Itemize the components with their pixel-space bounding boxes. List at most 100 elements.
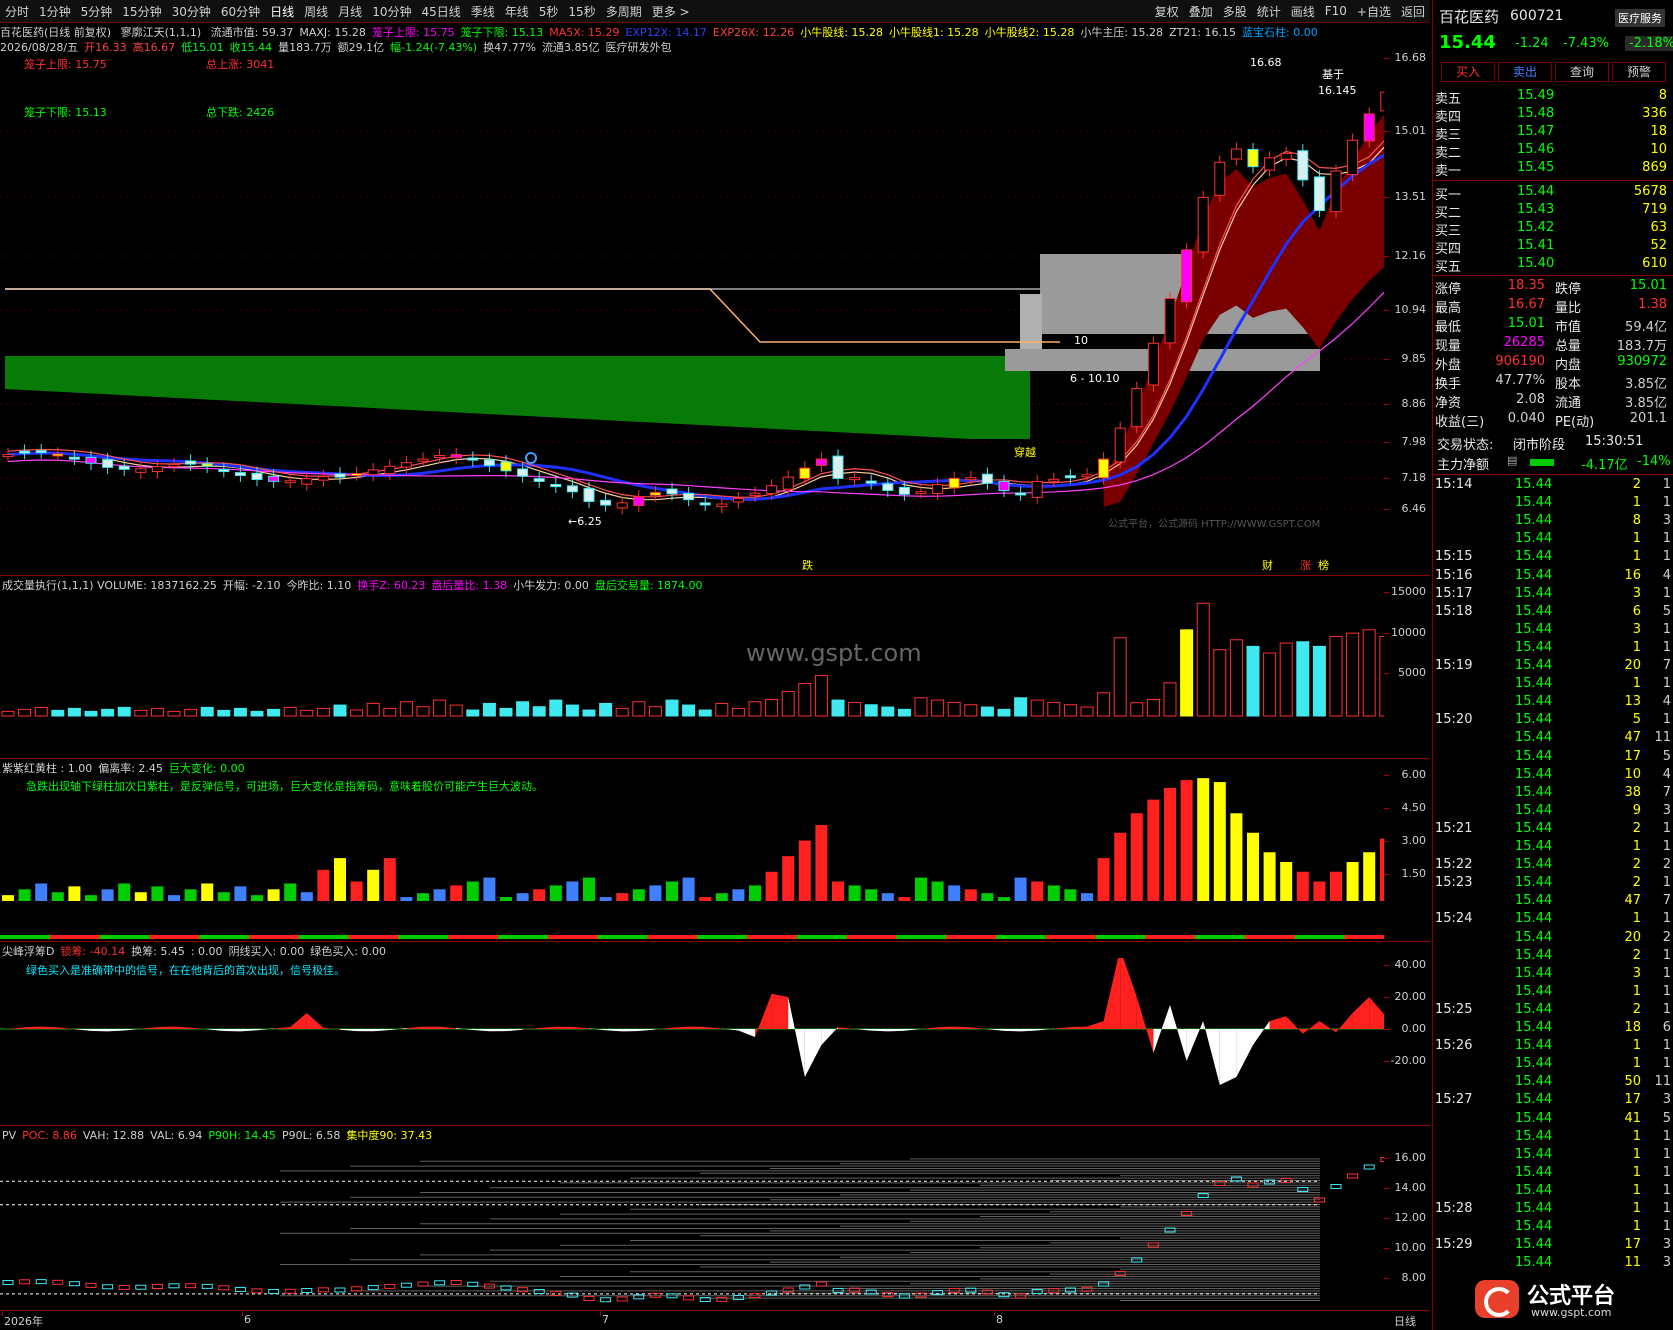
period-tab[interactable]: 15秒 — [563, 3, 600, 20]
candle[interactable] — [301, 471, 313, 491]
candle[interactable] — [351, 466, 363, 481]
order-book-row[interactable]: 卖五 15.49 8 — [1435, 88, 1671, 107]
candle[interactable] — [1015, 486, 1027, 501]
order-book-row[interactable]: 买三 15.42 63 — [1435, 220, 1671, 239]
candle[interactable] — [1181, 243, 1193, 309]
volume-chart[interactable]: X100www.gspt.com — [0, 592, 1384, 757]
peak-chart[interactable] — [0, 958, 1384, 1123]
period-tab[interactable]: 5分钟 — [76, 3, 118, 20]
candle[interactable] — [201, 456, 213, 473]
order-book-row[interactable]: 买一 15.44 5678 — [1435, 184, 1671, 203]
candle[interactable] — [1147, 336, 1159, 392]
toolbar-action[interactable]: 画线 — [1286, 3, 1320, 20]
period-tab[interactable]: 5秒 — [534, 3, 564, 20]
candle[interactable] — [616, 496, 628, 515]
candle[interactable] — [2, 447, 14, 462]
candle[interactable] — [1247, 142, 1259, 174]
period-tab[interactable]: 季线 — [466, 3, 500, 20]
candle[interactable] — [450, 447, 462, 465]
candle[interactable] — [284, 474, 296, 489]
period-tab[interactable]: 年线 — [500, 3, 534, 20]
candle[interactable] — [334, 467, 346, 484]
trade-button[interactable]: 买入 — [1441, 62, 1495, 82]
candle[interactable] — [1313, 170, 1325, 218]
order-book-row[interactable]: 买四 15.41 52 — [1435, 238, 1671, 257]
candle[interactable] — [1297, 144, 1309, 187]
detail-icon[interactable]: ▤ — [1507, 454, 1517, 467]
candle[interactable] — [533, 471, 545, 488]
toolbar-action[interactable]: F10 — [1320, 4, 1352, 18]
toolbar-action[interactable]: 统计 — [1252, 3, 1286, 20]
sector-badge[interactable]: 医疗服务 — [1615, 9, 1665, 27]
candle[interactable] — [1230, 142, 1242, 166]
period-tab[interactable]: 周线 — [299, 3, 333, 20]
tick-count: 1 — [1662, 875, 1671, 891]
toolbar-action[interactable]: 返回 — [1396, 3, 1430, 20]
period-tab[interactable]: 更多 > — [647, 3, 695, 20]
period-tab[interactable]: 30分钟 — [167, 3, 216, 20]
candle[interactable] — [1280, 146, 1292, 166]
kline-chart[interactable]: 笼子上限: 15.75 总上涨: 3041 笼子下限: 15.13 总下跌: 2426… — [0, 54, 1384, 575]
candle[interactable] — [400, 455, 412, 474]
candle[interactable] — [832, 449, 844, 485]
candle[interactable] — [1214, 155, 1226, 202]
period-tab[interactable]: 日线 — [265, 3, 299, 20]
candle[interactable] — [1347, 133, 1359, 182]
candle[interactable] — [1330, 164, 1342, 219]
order-book-row[interactable]: 卖四 15.48 336 — [1435, 106, 1671, 125]
toolbar-action[interactable]: 多股 — [1218, 3, 1252, 20]
candle[interactable] — [550, 478, 562, 494]
period-tab[interactable]: 10分钟 — [367, 3, 416, 20]
candle[interactable] — [384, 459, 396, 481]
trade-button[interactable]: 查询 — [1555, 62, 1609, 82]
candle[interactable] — [19, 444, 31, 460]
period-tab[interactable]: 45日线 — [416, 3, 465, 20]
toolbar-action[interactable]: 叠加 — [1184, 3, 1218, 20]
candle[interactable] — [434, 448, 446, 464]
candle[interactable] — [683, 487, 695, 507]
candle[interactable] — [716, 497, 728, 514]
candle[interactable] — [600, 493, 612, 512]
signal-strip — [1344, 935, 1362, 939]
period-tab[interactable]: 分时 — [0, 3, 34, 20]
period-tab[interactable]: 多周期 — [601, 3, 647, 20]
candle[interactable] — [981, 467, 993, 490]
period-tab[interactable]: 15分钟 — [117, 3, 166, 20]
candle[interactable] — [815, 452, 827, 473]
order-book-row[interactable]: 买二 15.43 719 — [1435, 202, 1671, 221]
candle[interactable] — [467, 451, 479, 467]
trade-button[interactable]: 预警 — [1612, 62, 1666, 82]
purple-bar — [848, 885, 861, 901]
candle[interactable] — [882, 477, 894, 497]
volume-bar — [931, 699, 945, 717]
period-tab[interactable]: 1分钟 — [34, 3, 76, 20]
purple-bar-chart[interactable] — [0, 775, 1384, 940]
axis-tick — [1384, 131, 1389, 132]
candle[interactable] — [732, 492, 744, 509]
candle[interactable] — [799, 461, 811, 486]
order-book-row[interactable]: 卖一 15.45 869 — [1435, 160, 1671, 179]
candle[interactable] — [1197, 190, 1209, 259]
candle[interactable] — [1031, 474, 1043, 504]
period-tab[interactable]: 60分钟 — [216, 3, 265, 20]
candle[interactable] — [865, 474, 877, 490]
candle[interactable] — [35, 443, 47, 459]
candle[interactable] — [1114, 421, 1126, 469]
toolbar-action[interactable]: +自选 — [1352, 3, 1396, 20]
period-tab[interactable]: 月线 — [333, 3, 367, 20]
candle[interactable] — [1264, 151, 1276, 177]
candle[interactable] — [1131, 381, 1143, 434]
order-book-row[interactable]: 卖二 15.46 10 — [1435, 142, 1671, 161]
trade-button[interactable]: 卖出 — [1498, 62, 1552, 82]
candle[interactable] — [948, 471, 960, 495]
indicator-name[interactable]: 寥廓江天(1,1,1) — [121, 26, 202, 39]
tick-count: 1 — [1662, 839, 1671, 854]
toolbar-action[interactable]: 复权 — [1150, 3, 1184, 20]
order-book-row[interactable]: 买五 15.40 610 — [1435, 256, 1671, 275]
candle[interactable] — [1164, 291, 1176, 350]
order-book-row[interactable]: 卖三 15.47 18 — [1435, 124, 1671, 143]
candle[interactable] — [849, 470, 861, 486]
candle[interactable] — [151, 459, 163, 479]
pv-chart[interactable] — [0, 1142, 1384, 1308]
candle[interactable] — [367, 463, 379, 482]
